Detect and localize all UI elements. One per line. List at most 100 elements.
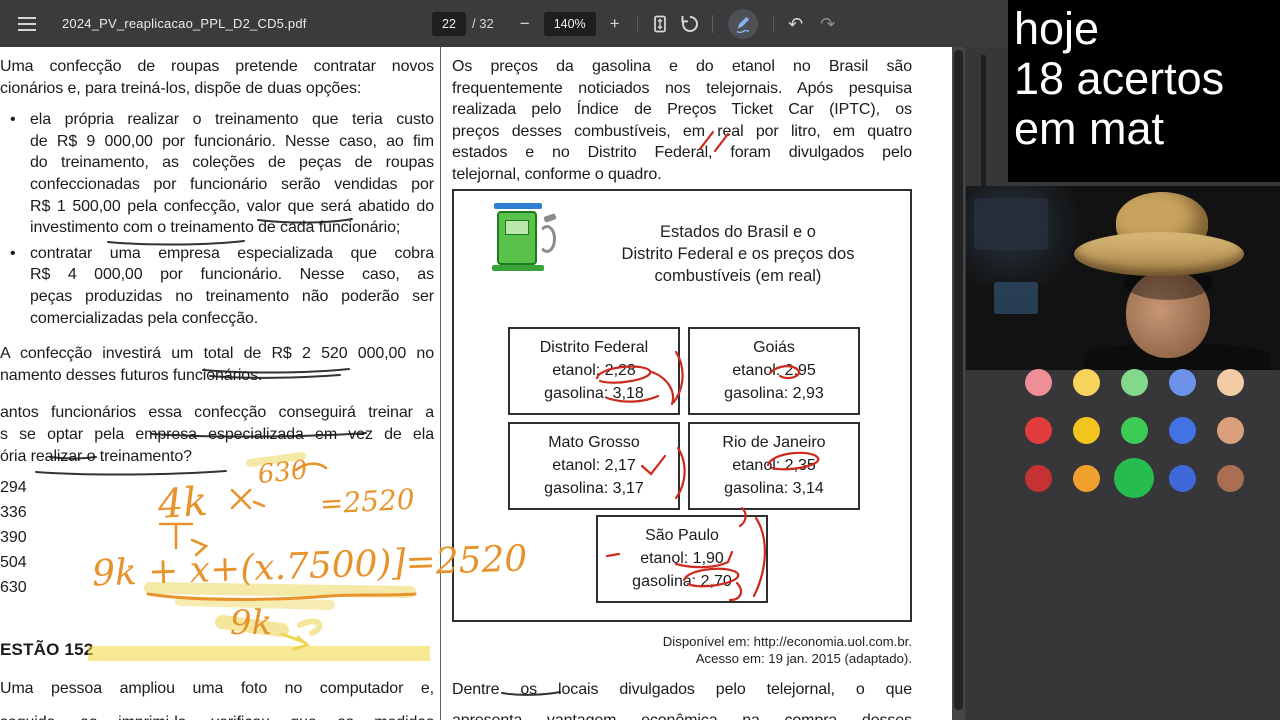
redo-button[interactable]: ↷ — [817, 11, 839, 37]
zoom-out-button[interactable]: − — [514, 11, 536, 37]
text-line: Uma confecção de roupas pretende contrat… — [0, 58, 434, 75]
toolbar-divider — [711, 14, 713, 33]
bullet-item: • ela própria realizar o treinamento que… — [0, 109, 434, 239]
text-line: namento desses futuros funcionários. — [0, 366, 263, 384]
browser-scrollbar[interactable] — [981, 55, 986, 187]
figure-source: Disponível em: http://economia.uol.com.b… — [662, 633, 912, 666]
pdf-scrollbar[interactable] — [952, 47, 965, 720]
scrollbar-thumb[interactable] — [954, 50, 963, 710]
fuel-pump-icon — [492, 202, 564, 283]
bullet-item: • contratar uma empresa especializada qu… — [0, 243, 434, 329]
question-heading: ESTÃO 152 — [0, 640, 94, 660]
palette-color[interactable] — [1216, 464, 1244, 492]
bullet-icon: • — [10, 111, 16, 129]
answer-option: 294 — [0, 479, 27, 497]
text-line: comercializadas pela confecção. — [30, 309, 259, 327]
text-line: de R$ 9 000,00 por funcionário. Nesse ca… — [30, 132, 434, 150]
answer-option: 630 — [0, 579, 27, 597]
menu-icon[interactable] — [16, 11, 42, 37]
palette-color[interactable] — [1024, 464, 1052, 492]
page-number-input[interactable]: 22 — [432, 11, 466, 36]
zoom-in-button[interactable]: + — [604, 11, 626, 37]
left-column: Uma confecção de roupas pretende contrat… — [0, 47, 434, 720]
palette-color[interactable] — [1216, 416, 1244, 444]
zoom-level-input[interactable]: 140% — [543, 11, 596, 36]
figure-title: Estados do Brasil e o Distrito Federal e… — [621, 222, 855, 286]
palette-color[interactable] — [1072, 464, 1100, 492]
webcam-background-shelf — [974, 198, 1048, 250]
text-line: R$ 1 500,00 pela confecção, valor que se… — [30, 197, 434, 215]
paragraph: antos funcionários essa confecção conseg… — [0, 402, 434, 467]
text-line: Dentre os locais divulgados pelo telejor… — [452, 680, 912, 698]
toolbar-divider — [772, 14, 774, 33]
text-line: s se optar pela empresa especializada em… — [0, 425, 434, 443]
text-line: antos funcionários essa confecção conseg… — [0, 404, 434, 422]
paragraph: A confecção investirá um total de R$ 2 5… — [0, 343, 434, 386]
answer-option: 390 — [0, 529, 27, 547]
state-box-distrito-federal: Distrito Federal etanol: 2,28 gasolina: … — [508, 326, 680, 415]
bullet-icon: • — [10, 244, 16, 262]
palette-color[interactable] — [1216, 368, 1244, 396]
palette-color[interactable] — [1120, 416, 1148, 444]
palette-color[interactable] — [1168, 368, 1196, 396]
state-box-rio-de-janeiro: Rio de Janeiro etanol: 2,35 gasolina: 3,… — [688, 421, 860, 510]
palette-color-selected[interactable] — [1114, 458, 1154, 498]
toolbar-controls: 22 / 32 − 140% + ↶ ↷ — [432, 0, 839, 47]
fuel-prices-figure: Estados do Brasil e o Distrito Federal e… — [452, 188, 912, 622]
screen: 2024_PV_reaplicacao_PPL_D2_CD5.pdf 22 / … — [0, 0, 1280, 720]
answer-options: 294 336 390 504 630 — [0, 475, 434, 600]
answer-option: 504 — [0, 554, 27, 572]
palette-color[interactable] — [1072, 368, 1100, 396]
rotate-icon[interactable] — [679, 11, 701, 37]
column-rule — [440, 47, 441, 720]
state-box-sao-paulo: São Paulo etanol: 1,90 gasolina: 2,70 — [596, 514, 768, 603]
page-total-label: / 32 — [472, 16, 494, 31]
fit-page-icon[interactable] — [649, 11, 671, 37]
answer-option: 336 — [0, 504, 27, 522]
palette-color[interactable] — [1168, 464, 1196, 492]
right-column: Os preços da gasolina e do etanol no Bra… — [452, 47, 912, 720]
palette-color[interactable] — [1024, 368, 1052, 396]
toolbar-divider — [636, 14, 638, 33]
palette-color[interactable] — [1024, 416, 1052, 444]
text-line: Uma pessoa ampliou uma foto no computado… — [0, 680, 434, 698]
undo-button[interactable]: ↶ — [785, 11, 807, 37]
color-palette — [1014, 358, 1262, 504]
pen-icon — [736, 16, 750, 33]
text-line: preços desses combustíveis, em real por … — [452, 122, 912, 140]
text-line: telejornal, conforme o quadro. — [452, 165, 662, 183]
palette-color[interactable] — [1072, 416, 1100, 444]
caption-line: em mat — [1014, 103, 1165, 154]
text-line: do treinamento, as coleções de peças de … — [30, 154, 434, 172]
palette-color[interactable] — [1168, 416, 1196, 444]
text-line: confeccionadas por funcionário serão ven… — [30, 175, 434, 193]
text-line: Os preços da gasolina e do etanol no Bra… — [452, 58, 912, 75]
text-line: ória realizar o treinamento? — [0, 447, 192, 465]
text-line: R$ 4 000,00 por funcionário. Nesse caso,… — [30, 266, 434, 284]
webcam-feed — [966, 186, 1280, 370]
text-line-clipped: seguida, ao imprimi-la, verificou que as… — [0, 712, 434, 720]
palette-color[interactable] — [1120, 368, 1148, 396]
text-line: ela própria realizar o treinamento que t… — [30, 111, 434, 129]
text-line: A confecção investirá um total de R$ 2 5… — [0, 345, 434, 363]
draw-tool-button[interactable] — [727, 8, 758, 39]
document-title: 2024_PV_reaplicacao_PPL_D2_CD5.pdf — [62, 16, 307, 31]
paragraph: Uma confecção de roupas pretende contrat… — [0, 56, 434, 99]
state-box-goias: Goiás etanol: 2,95 gasolina: 2,93 — [688, 326, 860, 415]
webcam-background-item — [994, 282, 1038, 314]
text-line: investimento com o treinamento de cada f… — [30, 219, 401, 237]
pdf-page: Uma confecção de roupas pretende contrat… — [0, 47, 952, 720]
text-line: peças produzidas no treinamento não pode… — [30, 287, 434, 305]
state-box-mato-grosso: Mato Grosso etanol: 2,17 gasolina: 3,17 — [508, 421, 680, 510]
caption-line: 18 acertos — [1014, 53, 1225, 104]
text-line: frequentemente noticiados nos telejornai… — [452, 79, 912, 97]
straw-hat-brim — [1074, 232, 1244, 276]
text-line: estados e no Distrito Federal, foram div… — [452, 144, 912, 162]
caption-line: hoje — [1014, 3, 1100, 54]
text-line: realizada pelo Índice de Preços Ticket C… — [452, 101, 912, 119]
text-line: cionários e, para treiná-los, dispõe de … — [0, 79, 362, 97]
stream-caption: hoje 18 acertos em mat — [1008, 0, 1280, 182]
text-line-clipped: apresenta vantagem econômica na compra d… — [452, 710, 912, 720]
paragraph: Os preços da gasolina e do etanol no Bra… — [452, 56, 912, 186]
text-line: contratar uma empresa especializada que … — [30, 244, 434, 262]
